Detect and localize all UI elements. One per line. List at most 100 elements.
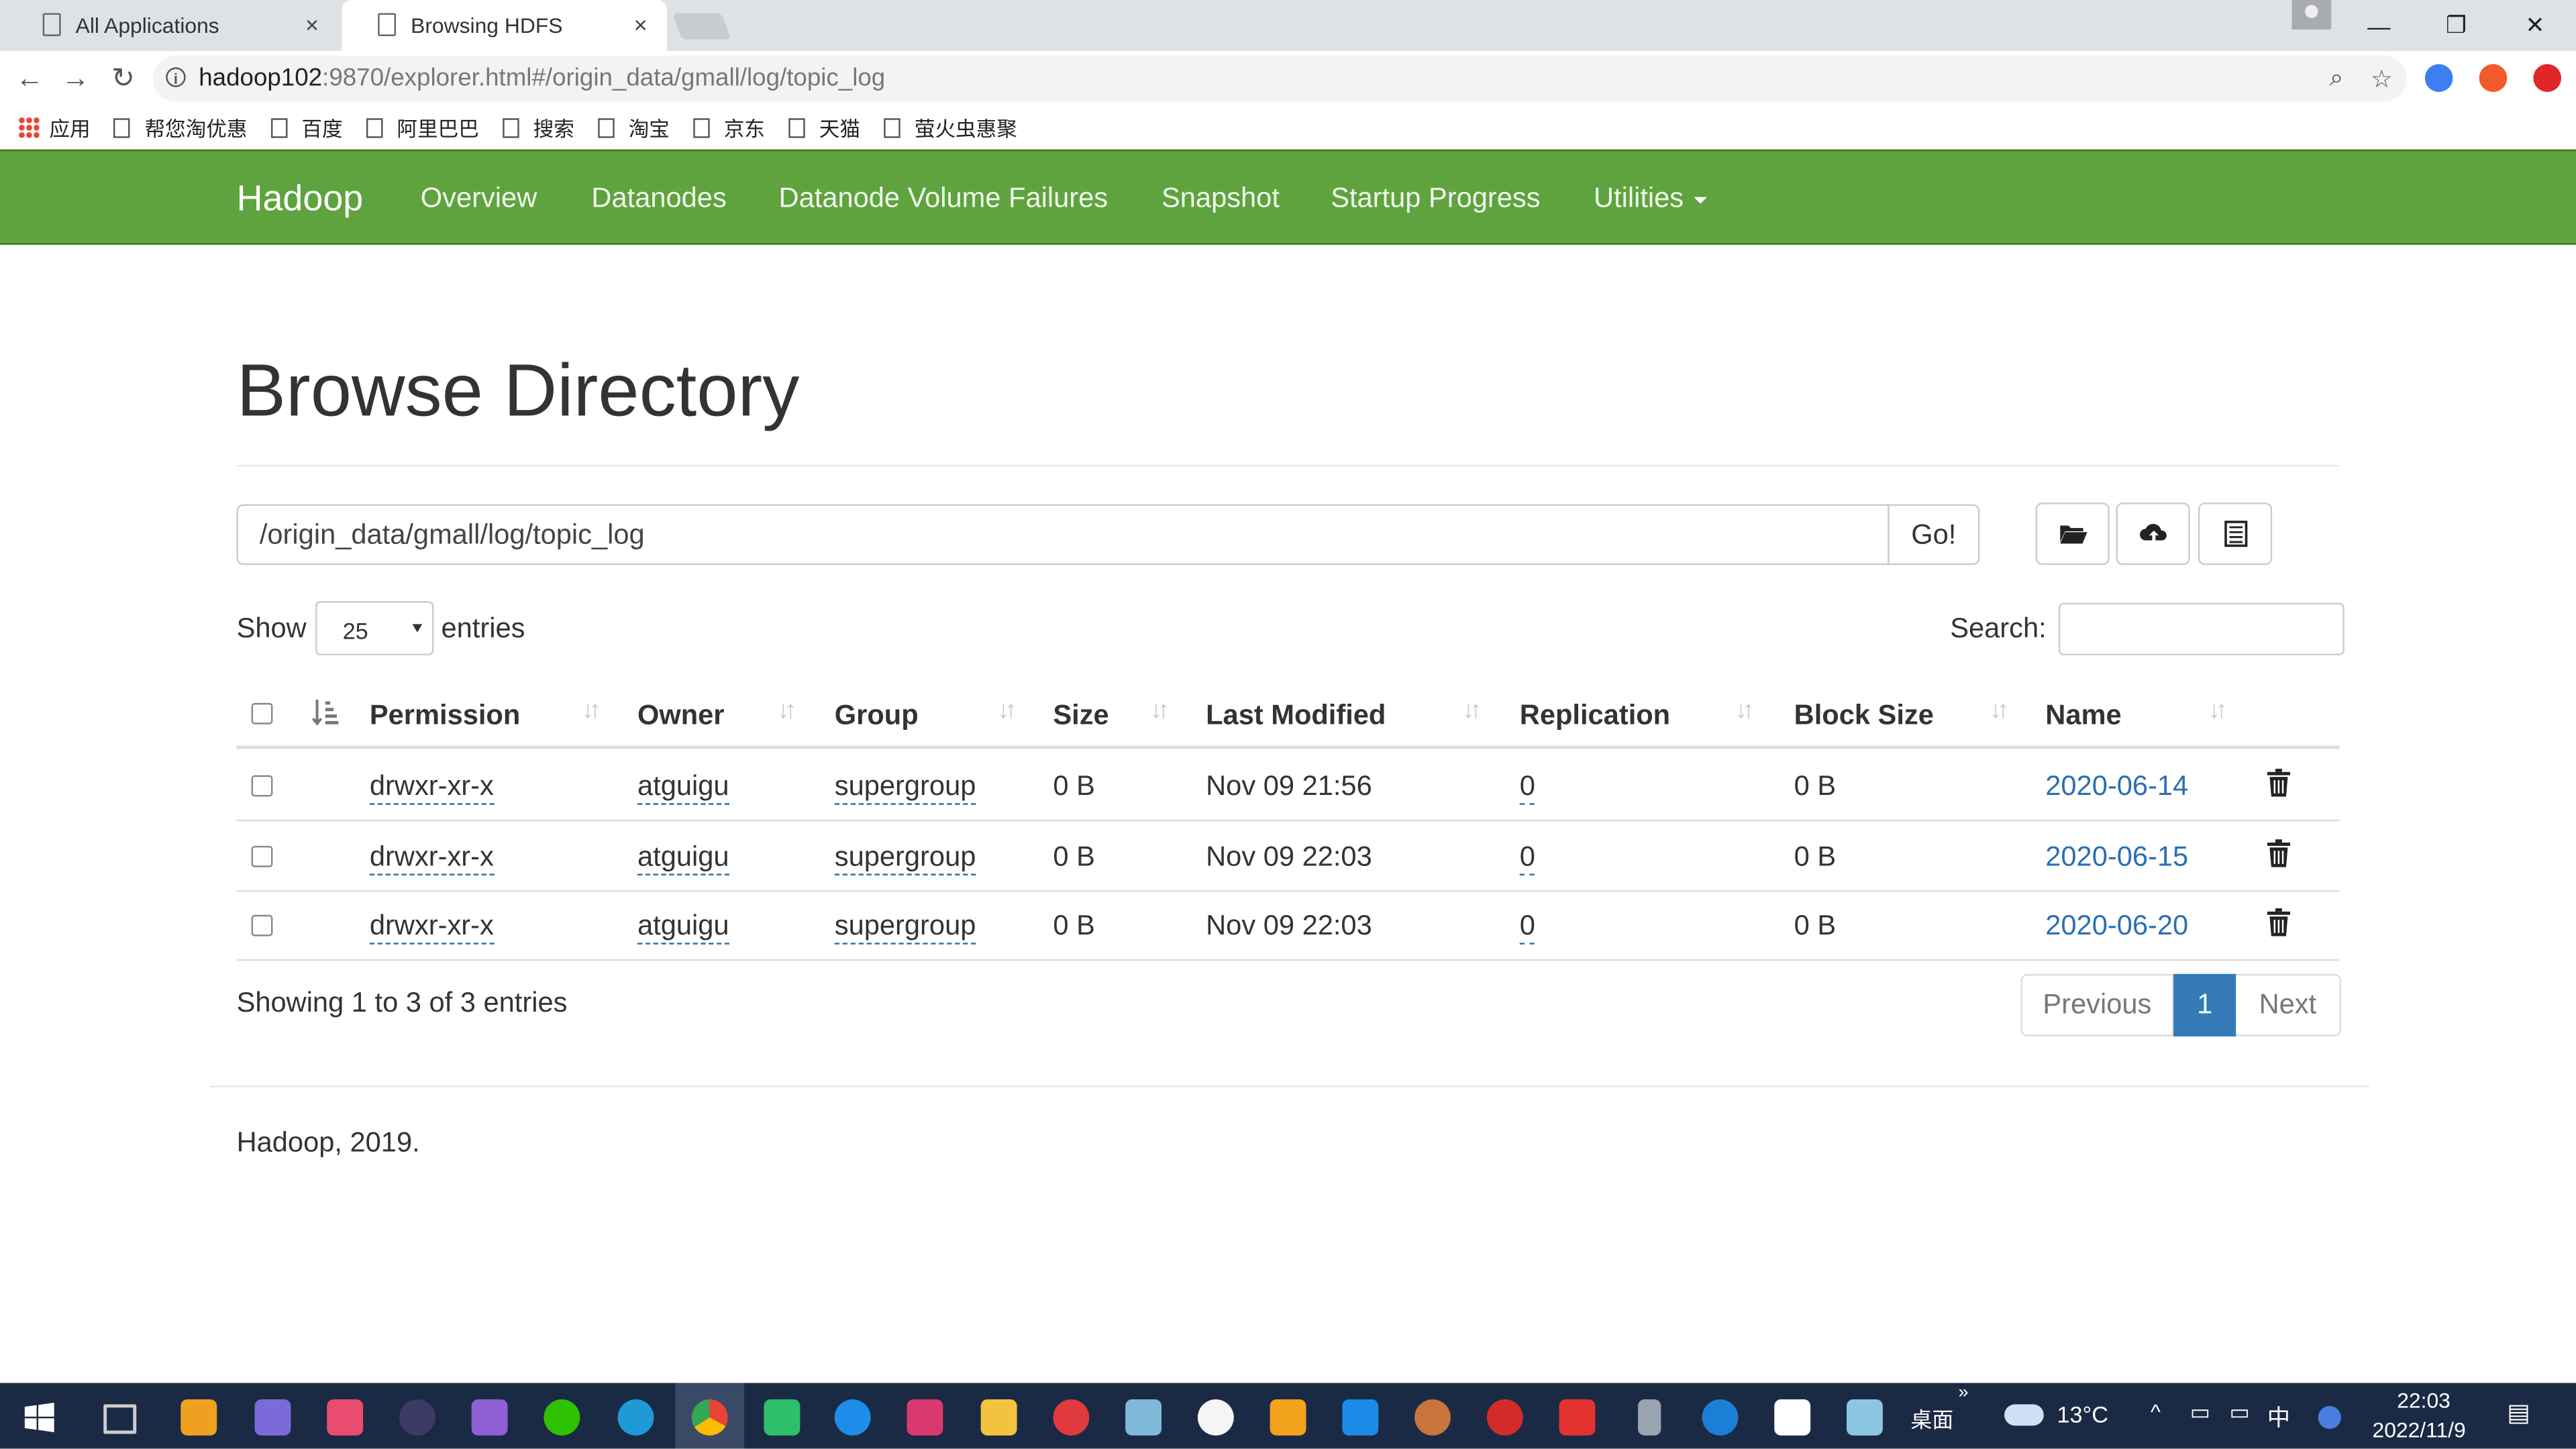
extension-icon[interactable] [2479, 64, 2508, 93]
chevron-icon[interactable]: » [1958, 1383, 1968, 1403]
app-icon[interactable] [907, 1399, 943, 1436]
nav-startup-progress[interactable]: Startup Progress [1331, 182, 1540, 215]
sort-icon[interactable]: ↓↑ [1150, 696, 1170, 724]
page-length-select[interactable]: 25 [314, 601, 433, 655]
permission-cell[interactable]: drwxr-xr-x [369, 841, 494, 875]
col-permission[interactable]: Permission [370, 700, 520, 733]
restore-icon[interactable]: ❐ [2418, 0, 2494, 51]
tab-browsing-hdfs[interactable]: Browsing HDFS × [342, 0, 668, 51]
teamviewer-icon[interactable] [1342, 1399, 1379, 1436]
window-close-icon[interactable]: ✕ [2497, 0, 2573, 51]
extension-icon[interactable] [2533, 64, 2562, 93]
app-icon[interactable] [1774, 1399, 1811, 1436]
minimize-icon[interactable]: — [2341, 0, 2417, 51]
sort-icon[interactable]: ↓↑ [997, 696, 1017, 724]
clock-time[interactable]: 22:03 [2397, 1388, 2451, 1413]
notification-icon[interactable]: ▤ [2507, 1398, 2530, 1428]
row-checkbox[interactable] [251, 914, 273, 936]
nav-overview[interactable]: Overview [421, 182, 537, 215]
back-icon[interactable]: ← [11, 61, 48, 97]
close-icon[interactable]: × [634, 11, 648, 38]
nav-datanodes[interactable]: Datanodes [591, 182, 726, 215]
app-icon[interactable] [1638, 1399, 1661, 1436]
desktop-toolbar-label[interactable]: 桌面 [1910, 1403, 1953, 1434]
visual-studio-icon[interactable] [471, 1399, 508, 1436]
app-icon[interactable] [1414, 1399, 1451, 1436]
task-view-icon[interactable] [103, 1404, 137, 1434]
sort-icon[interactable]: ↓↑ [1735, 696, 1755, 724]
ime-indicator[interactable]: 中 [2267, 1401, 2290, 1434]
group-cell[interactable]: supergroup [834, 910, 976, 945]
nav-datanode-volume-failures[interactable]: Datanode Volume Failures [779, 182, 1109, 215]
search-input[interactable] [2057, 602, 2344, 655]
next-button[interactable]: Next [2236, 973, 2341, 1036]
close-icon[interactable]: × [305, 11, 319, 38]
trash-icon[interactable] [2267, 768, 2291, 797]
bookmark-item[interactable]: 帮您淘优惠 [113, 111, 248, 143]
app-icon[interactable] [834, 1399, 871, 1436]
app-icon[interactable] [1270, 1399, 1306, 1436]
name-link[interactable]: 2020-06-15 [2045, 841, 2188, 874]
app-icon[interactable] [1053, 1399, 1090, 1436]
bookmark-item[interactable]: 阿里巴巴 [365, 111, 479, 143]
eclipse-icon[interactable] [399, 1399, 435, 1436]
previous-button[interactable]: Previous [2020, 973, 2174, 1036]
permission-cell[interactable]: drwxr-xr-x [369, 770, 494, 805]
forward-icon[interactable]: → [58, 61, 94, 97]
bookmark-item[interactable]: 京东 [692, 111, 765, 143]
col-group[interactable]: Group [835, 700, 919, 733]
name-link[interactable]: 2020-06-14 [2045, 770, 2188, 803]
info-icon[interactable]: i [166, 67, 186, 87]
app-icon[interactable] [1197, 1399, 1234, 1436]
col-replication[interactable]: Replication [1520, 700, 1670, 733]
select-all-checkbox[interactable] [251, 702, 273, 724]
create-directory-button[interactable] [2035, 502, 2110, 566]
name-link[interactable]: 2020-06-20 [2045, 910, 2188, 943]
owner-cell[interactable]: atguigu [637, 910, 729, 945]
tray-chevron-icon[interactable]: ^ [2151, 1399, 2161, 1424]
bookmark-star-icon[interactable]: ☆ [2371, 64, 2393, 94]
bookmark-item[interactable]: 萤火虫惠聚 [883, 111, 1017, 143]
replication-cell[interactable]: 0 [1519, 910, 1535, 945]
sort-icon[interactable]: ↓↑ [1990, 696, 2009, 724]
col-size[interactable]: Size [1053, 700, 1109, 733]
reload-icon[interactable]: ↻ [105, 61, 142, 97]
wps-icon[interactable] [1559, 1399, 1596, 1436]
url-text[interactable]: hadoop102:9870/explorer.html#/origin_dat… [199, 64, 885, 92]
col-block-size[interactable]: Block Size [1794, 700, 1934, 733]
col-last-modified[interactable]: Last Modified [1206, 700, 1386, 733]
trash-icon[interactable] [2267, 839, 2291, 867]
chrome-icon[interactable] [691, 1399, 728, 1436]
tray-app-icon[interactable] [2318, 1405, 2341, 1430]
file-explorer-icon[interactable] [980, 1399, 1017, 1436]
wechat-icon[interactable] [544, 1399, 580, 1436]
sort-amount-icon[interactable] [312, 698, 339, 727]
weather-temperature[interactable]: 13°C [2057, 1401, 2108, 1427]
bookmark-item[interactable]: 天猫 [788, 111, 860, 143]
upload-button[interactable] [2116, 502, 2190, 566]
bookmark-item[interactable]: 淘宝 [597, 111, 670, 143]
app-icon[interactable] [764, 1399, 801, 1436]
navbar-brand[interactable]: Hadoop [237, 177, 364, 220]
page-1-button[interactable]: 1 [2173, 973, 2236, 1036]
group-cell[interactable]: supergroup [834, 770, 976, 805]
replication-cell[interactable]: 0 [1519, 841, 1535, 875]
trash-icon[interactable] [2267, 908, 2291, 936]
app-icon[interactable] [1847, 1399, 1883, 1436]
directory-path-input[interactable] [236, 504, 1890, 566]
nav-snapshot[interactable]: Snapshot [1162, 182, 1280, 215]
col-name[interactable]: Name [2045, 700, 2121, 733]
windows-start-icon[interactable] [24, 1402, 54, 1433]
edge-icon[interactable] [617, 1399, 654, 1436]
network-icon[interactable]: ▭ [2190, 1399, 2210, 1426]
sort-icon[interactable]: ↓↑ [2208, 696, 2228, 724]
intellij-icon[interactable] [327, 1399, 364, 1436]
row-checkbox[interactable] [251, 775, 273, 797]
sort-icon[interactable]: ↓↑ [1462, 696, 1482, 724]
go-button[interactable]: Go! [1888, 504, 1980, 566]
new-tab-button[interactable] [672, 13, 731, 40]
address-bar[interactable]: i hadoop102:9870/explorer.html#/origin_d… [152, 56, 2407, 102]
bookmark-apps[interactable]: 应用 [0, 111, 91, 143]
replication-cell[interactable]: 0 [1519, 770, 1535, 805]
app-icon[interactable] [1125, 1399, 1162, 1436]
